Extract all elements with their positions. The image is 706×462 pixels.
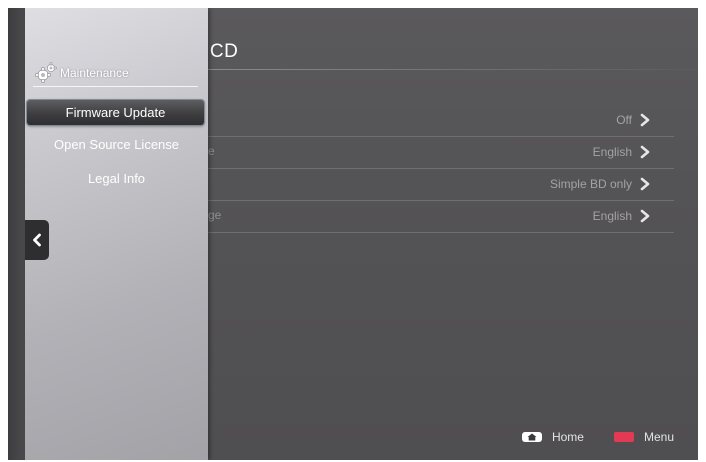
setting-value: English [592, 209, 632, 223]
screen-edge [8, 8, 25, 460]
chevron-right-icon [640, 209, 650, 223]
panel-header: Maintenance [35, 62, 129, 84]
home-icon [527, 433, 537, 441]
gear-icon [35, 62, 57, 83]
panel-divider [33, 86, 198, 87]
setting-row[interactable]: ge English [208, 201, 674, 233]
footer-hints: Home Menu [521, 430, 674, 444]
setting-label: ge [208, 208, 222, 222]
setting-row[interactable]: Off [208, 105, 674, 137]
menu-item-firmware-update[interactable]: Firmware Update [27, 100, 204, 125]
settings-list: Off e English Simple BD only ge English [208, 105, 674, 233]
maintenance-panel: Maintenance Firmware Update Open Source … [25, 8, 208, 460]
setting-row[interactable]: Simple BD only [208, 169, 674, 201]
setting-row[interactable]: e English [208, 137, 674, 169]
setting-value: Off [616, 113, 632, 127]
home-key-icon [521, 432, 542, 442]
tv-screen: o CD Off e English Simple BD only ge Eng… [8, 8, 698, 460]
home-label: Home [551, 430, 584, 444]
chevron-right-icon [640, 145, 650, 159]
chevron-right-icon [640, 113, 650, 127]
chevron-right-icon [640, 177, 650, 191]
back-button[interactable] [25, 220, 49, 260]
red-key-icon [613, 432, 634, 442]
chevron-left-icon [33, 233, 41, 247]
menu-item-open-source-license[interactable]: Open Source License [25, 137, 208, 152]
panel-title: Maintenance [60, 66, 129, 80]
menu-label: Menu [643, 430, 674, 444]
title-divider [208, 69, 698, 70]
setting-label: e [208, 144, 215, 158]
setting-value: English [592, 145, 632, 159]
menu-item-legal-info[interactable]: Legal Info [25, 171, 208, 186]
setting-value: Simple BD only [549, 177, 632, 191]
